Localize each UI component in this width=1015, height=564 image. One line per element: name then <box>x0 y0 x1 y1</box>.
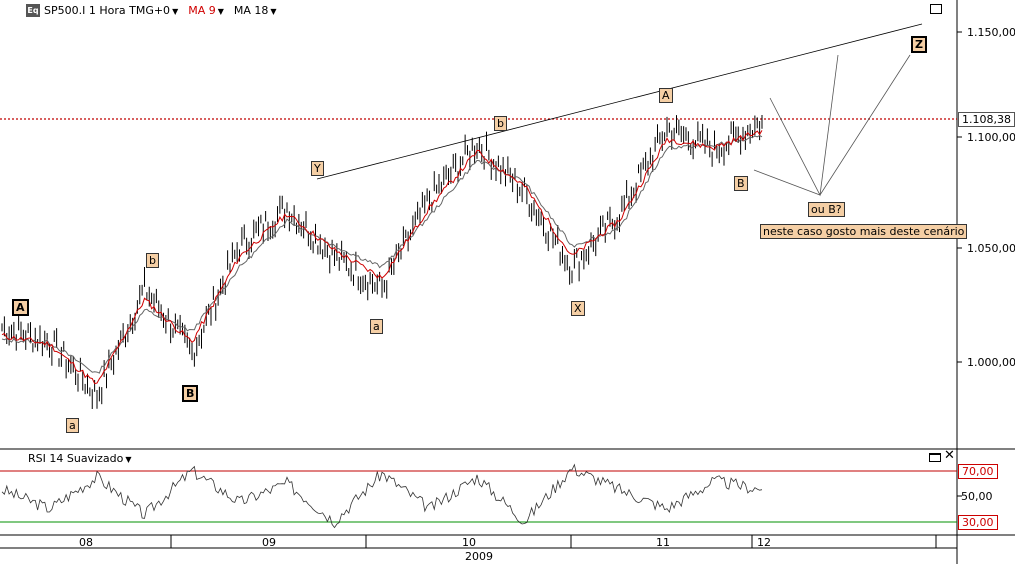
rsi-upper-label: 70,00 <box>958 464 998 479</box>
projection-ou-b <box>769 54 839 197</box>
maximize-icon[interactable] <box>929 453 941 462</box>
wave-label-a: a <box>370 319 383 334</box>
time-tick-label: 10 <box>462 536 476 549</box>
time-tick-label: 08 <box>79 536 93 549</box>
maximize-icon[interactable] <box>930 4 942 14</box>
wave-label-Y: Y <box>311 161 324 176</box>
trend-line <box>316 23 923 180</box>
price-bars <box>1 114 763 409</box>
year-label: 2009 <box>465 550 493 563</box>
price-tick-label: 1.050,00 <box>967 242 1015 255</box>
rsi-title: RSI 14 Suavizado <box>28 452 124 465</box>
wave-label-X: X <box>571 301 585 316</box>
wave-label-a: a <box>66 418 79 433</box>
rsi-line <box>1 463 763 529</box>
rsi-lower-label: 30,00 <box>958 515 998 530</box>
wave-label-b: b <box>146 253 159 268</box>
wave-label-B: B <box>734 176 748 191</box>
price-chart <box>0 0 1015 564</box>
close-icon[interactable]: ✕ <box>944 449 955 462</box>
time-tick-label: 12 <box>757 536 771 549</box>
annotation-note: neste caso gosto mais deste cenário <box>760 224 968 239</box>
price-tick-label: 1.100,00 <box>967 131 1015 144</box>
wave-label-b: b <box>494 116 507 131</box>
time-tick-label: 09 <box>262 536 276 549</box>
price-tick-label: 1.000,00 <box>967 356 1015 369</box>
time-tick-label: 11 <box>656 536 670 549</box>
wave-label-A: A <box>659 88 673 103</box>
rsi-indicator-selector[interactable]: RSI 14 Suavizado ▼ <box>28 452 132 465</box>
current-price-label: 1.108,38 <box>958 112 1015 127</box>
wave-label-B: B <box>182 385 199 402</box>
rsi-mid-label: 50,00 <box>961 490 993 503</box>
wave-label-A: A <box>12 299 29 316</box>
annotation-ou-b: ou B? <box>808 202 845 217</box>
wave-label-Z: Z <box>911 36 927 53</box>
price-tick-label: 1.150,00 <box>967 26 1015 39</box>
chevron-down-icon[interactable]: ▼ <box>125 455 131 464</box>
projection-z <box>753 54 911 196</box>
